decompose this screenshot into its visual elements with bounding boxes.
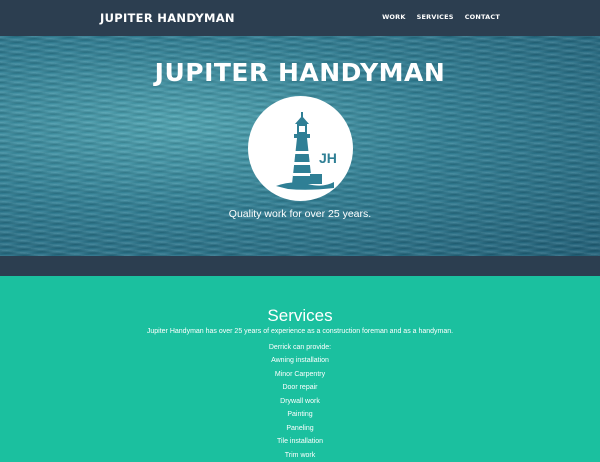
nav-links: WORK SERVICES CONTACT	[382, 13, 500, 21]
service-item: Drywall work	[0, 395, 600, 409]
services-intro: Jupiter Handyman has over 25 years of ex…	[0, 328, 600, 335]
service-item: Trim work	[0, 449, 600, 462]
service-item: Door repair	[0, 381, 600, 395]
navbar: JUPITER HANDYMAN WORK SERVICES CONTACT	[0, 0, 600, 36]
service-item: Painting	[0, 408, 600, 422]
service-item: Tile installation	[0, 435, 600, 449]
logo-badge: JH	[248, 96, 353, 201]
service-item: Paneling	[0, 422, 600, 436]
hero-title: JUPITER HANDYMAN	[0, 58, 600, 87]
services-section: Services Jupiter Handyman has over 25 ye…	[0, 276, 600, 450]
service-list: Awning installation Minor Carpentry Door…	[0, 354, 600, 462]
service-item: Awning installation	[0, 354, 600, 368]
logo-initials: JH	[319, 150, 337, 166]
nav-link-work[interactable]: WORK	[382, 13, 406, 21]
hero-section: JUPITER HANDYMAN JH Quality work for ove…	[0, 36, 600, 256]
nav-link-contact[interactable]: CONTACT	[465, 13, 500, 21]
brand-link[interactable]: JUPITER HANDYMAN	[100, 11, 235, 25]
hero-tagline: Quality work for over 25 years.	[0, 208, 600, 220]
lighthouse-icon	[248, 96, 353, 201]
services-title: Services	[0, 306, 600, 326]
section-divider	[0, 256, 600, 276]
service-item: Minor Carpentry	[0, 368, 600, 382]
nav-link-services[interactable]: SERVICES	[417, 13, 454, 21]
services-lead: Derrick can provide:	[0, 344, 600, 351]
